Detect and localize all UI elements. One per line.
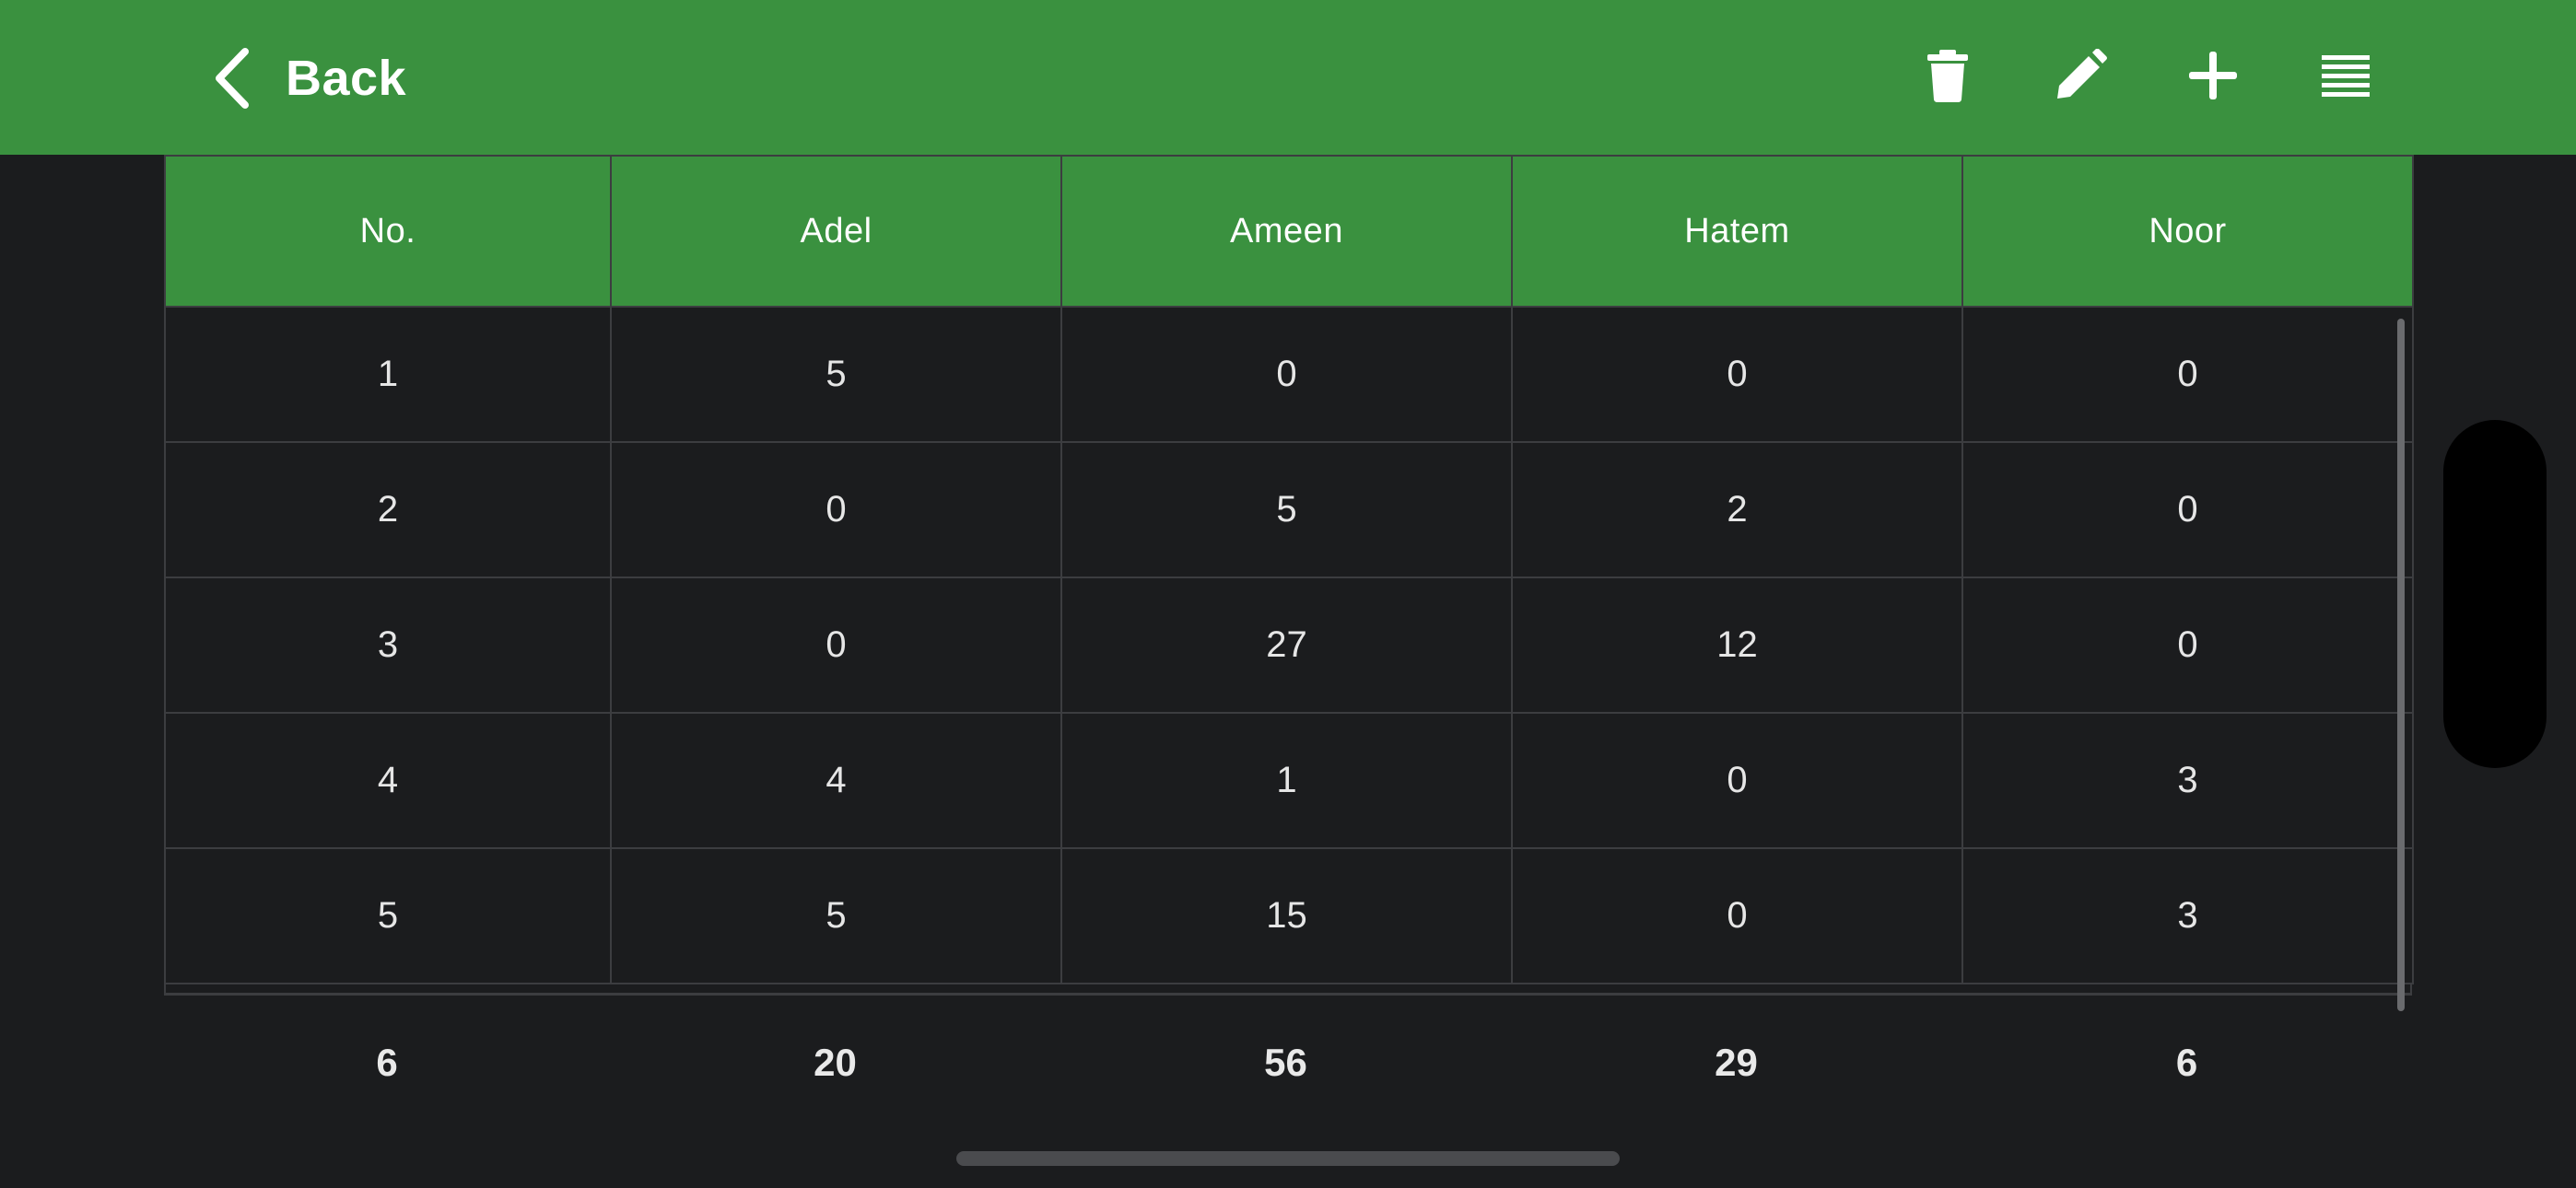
menu-button[interactable] bbox=[2316, 48, 2375, 107]
column-header-no[interactable]: No. bbox=[164, 155, 612, 308]
table-cell: 3 bbox=[164, 577, 612, 714]
lines-menu-icon bbox=[2322, 53, 2370, 102]
table-cell: 5 bbox=[164, 847, 612, 984]
table-cell: 0 bbox=[610, 577, 1062, 714]
table-cell: 0 bbox=[1511, 712, 1963, 849]
table-cell: 3 bbox=[1961, 712, 2414, 849]
total-cell: 6 bbox=[1961, 993, 2412, 1130]
dynamic-island bbox=[2443, 420, 2547, 768]
table-cell: 5 bbox=[1060, 441, 1513, 578]
edit-button[interactable] bbox=[2051, 48, 2110, 107]
score-grid: No. Adel Ameen Hatem Noor 1 5 0 0 0 2 0 … bbox=[164, 155, 2414, 984]
table-scrollbar[interactable] bbox=[2397, 319, 2405, 1011]
score-table: No. Adel Ameen Hatem Noor 1 5 0 0 0 2 0 … bbox=[164, 155, 2414, 1130]
table-cell: 4 bbox=[164, 712, 612, 849]
back-label: Back bbox=[286, 51, 407, 106]
table-cell: 27 bbox=[1060, 577, 1513, 714]
table-cell: 2 bbox=[1511, 441, 1963, 578]
delete-button[interactable] bbox=[1918, 48, 1977, 107]
table-row[interactable]: 3 0 27 12 0 bbox=[164, 577, 2414, 714]
total-cell: 29 bbox=[1511, 993, 1961, 1130]
pencil-icon bbox=[2054, 48, 2107, 107]
total-cell: 56 bbox=[1060, 993, 1511, 1130]
add-button[interactable] bbox=[2184, 48, 2242, 107]
table-cell: 3 bbox=[1961, 847, 2414, 984]
totals-row: 6 20 56 29 6 bbox=[164, 993, 2412, 1130]
header-row: No. Adel Ameen Hatem Noor bbox=[164, 155, 2414, 308]
table-cell: 5 bbox=[610, 847, 1062, 984]
table-cell: 0 bbox=[1511, 306, 1963, 443]
column-header-adel[interactable]: Adel bbox=[610, 155, 1062, 308]
table-cell: 0 bbox=[1961, 306, 2414, 443]
table-row[interactable]: 5 5 15 0 3 bbox=[164, 847, 2414, 984]
total-cell: 20 bbox=[610, 993, 1060, 1130]
table-row[interactable]: 2 0 5 2 0 bbox=[164, 441, 2414, 578]
chevron-left-icon bbox=[210, 48, 254, 109]
table-cell: 4 bbox=[610, 712, 1062, 849]
table-cell: 1 bbox=[164, 306, 612, 443]
table-cell: 15 bbox=[1060, 847, 1513, 984]
home-indicator[interactable] bbox=[956, 1151, 1620, 1166]
table-cell: 0 bbox=[1961, 441, 2414, 578]
table-cell: 0 bbox=[610, 441, 1062, 578]
table-row[interactable]: 1 5 0 0 0 bbox=[164, 306, 2414, 443]
table-row[interactable]: 4 4 1 0 3 bbox=[164, 712, 2414, 849]
navigation-bar: Back bbox=[0, 0, 2576, 155]
table-cell: 0 bbox=[1961, 577, 2414, 714]
table-cell: 2 bbox=[164, 441, 612, 578]
table-cell: 1 bbox=[1060, 712, 1513, 849]
table-cell: 0 bbox=[1060, 306, 1513, 443]
column-header-ameen[interactable]: Ameen bbox=[1060, 155, 1513, 308]
trash-icon bbox=[1926, 48, 1970, 108]
total-cell: 6 bbox=[164, 993, 610, 1130]
column-header-noor[interactable]: Noor bbox=[1961, 155, 2414, 308]
column-header-hatem[interactable]: Hatem bbox=[1511, 155, 1963, 308]
table-cell: 0 bbox=[1511, 847, 1963, 984]
plus-icon bbox=[2187, 50, 2239, 106]
back-button[interactable]: Back bbox=[210, 41, 406, 116]
table-cell: 12 bbox=[1511, 577, 1963, 714]
table-cell: 5 bbox=[610, 306, 1062, 443]
